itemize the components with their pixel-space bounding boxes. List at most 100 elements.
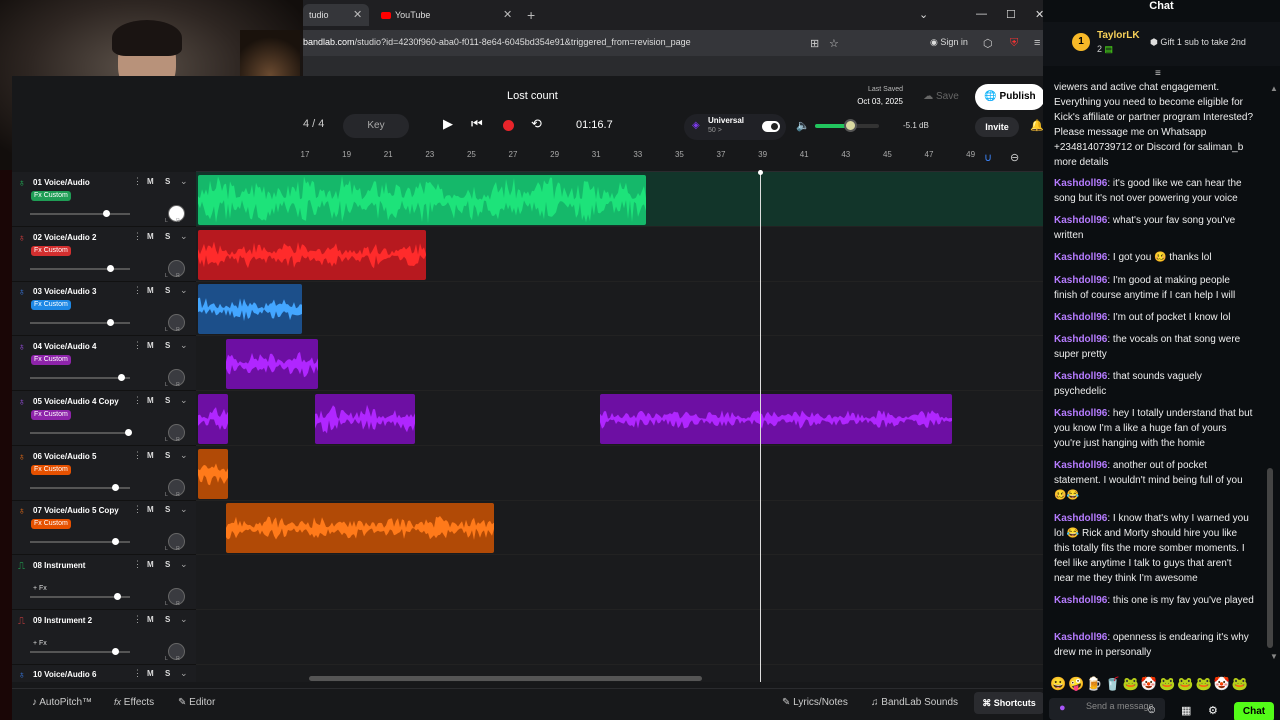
track-name[interactable]: 06 Voice/Audio 5 (33, 452, 96, 461)
magnet-snap-icon[interactable]: ∪ (984, 151, 992, 164)
chevron-down-icon[interactable]: ⌄ (180, 559, 188, 570)
audio-clip[interactable] (198, 393, 228, 444)
tab-youtube[interactable]: YouTube (375, 4, 515, 26)
track-lane[interactable] (196, 555, 1043, 610)
track-volume-knob[interactable] (125, 428, 132, 436)
audio-clip[interactable] (198, 229, 426, 280)
record-icon[interactable] (503, 120, 514, 131)
add-fx-button[interactable]: + Fx (33, 585, 47, 592)
track-lane[interactable] (196, 446, 1043, 501)
url-text[interactable]: bandlab.com/studio?id=4230f960-aba0-f011… (303, 37, 691, 47)
close-tab-icon[interactable]: ✕ (503, 4, 512, 26)
track-volume-knob[interactable] (107, 264, 114, 272)
notification-bell-icon[interactable]: 🔔 (1030, 119, 1044, 132)
invite-button[interactable]: Invite (975, 117, 1019, 137)
track-volume-slider[interactable] (30, 377, 130, 380)
skip-back-icon[interactable]: ⏮ (471, 116, 483, 132)
track-name[interactable]: 03 Voice/Audio 3 (33, 287, 96, 296)
chat-username[interactable]: Kashdoll96 (1054, 215, 1107, 226)
chat-username[interactable]: Kashdoll96 (1054, 312, 1107, 323)
track-header[interactable]: ♁ 01 Voice/Audio Fx Custom ⋮ M S ⌄ L R (12, 172, 196, 227)
chat-username[interactable]: Kashdoll96 (1054, 513, 1107, 524)
zoom-icon[interactable]: ⊖ (1010, 151, 1019, 164)
scroll-down-icon[interactable]: ▼ (1270, 652, 1278, 661)
chevron-down-icon[interactable]: ⌄ (180, 340, 188, 351)
track-header[interactable]: ♁ 02 Voice/Audio 2 Fx Custom ⋮ M S ⌄ L R (12, 227, 196, 282)
track-name[interactable]: 08 Instrument (33, 561, 85, 570)
mute-button[interactable]: M (147, 286, 154, 295)
track-volume-knob[interactable] (112, 538, 119, 546)
mute-button[interactable]: M (147, 505, 154, 514)
mute-button[interactable]: M (147, 341, 154, 350)
track-header[interactable]: ♁ 04 Voice/Audio 4 Fx Custom ⋮ M S ⌄ L R (12, 336, 196, 392)
track-menu-icon[interactable]: ⋮ (133, 450, 142, 461)
track-volume-knob[interactable] (103, 210, 110, 217)
universal-toggle-switch[interactable] (762, 121, 780, 132)
chat-username[interactable]: Kashdoll96 (1054, 178, 1107, 189)
editor-button[interactable]: ✎ Editor (178, 697, 215, 708)
fx-badge[interactable]: Fx Custom (31, 300, 71, 311)
track-lane[interactable] (196, 227, 1043, 282)
microphone-icon[interactable]: ● (1059, 702, 1066, 714)
autopitch-button[interactable]: ♪ AutoPitch™ (32, 697, 92, 708)
emote-bar[interactable]: 😀🤪🍺🥤🐸🤡🐸🐸🐸🤡🐸 (1050, 676, 1250, 692)
track-volume-knob[interactable] (107, 319, 114, 327)
mute-button[interactable]: M (147, 232, 154, 241)
track-name[interactable]: 04 Voice/Audio 4 (33, 342, 96, 351)
track-lane[interactable] (196, 336, 1043, 392)
track-header[interactable]: ⎍ 08 Instrument + Fx ⋮ M S ⌄ L R (12, 555, 196, 610)
key-button[interactable]: Key (343, 114, 409, 138)
solo-button[interactable]: S (165, 669, 170, 678)
solo-button[interactable]: S (165, 341, 170, 350)
send-chat-button[interactable]: Chat (1234, 702, 1274, 720)
track-lane[interactable] (196, 391, 1043, 446)
track-volume-knob[interactable] (114, 592, 121, 600)
track-header[interactable]: ⎍ 09 Instrument 2 + Fx ⋮ M S ⌄ L R (12, 610, 196, 665)
solo-button[interactable]: S (165, 505, 170, 514)
fx-badge[interactable]: Fx Custom (31, 464, 71, 475)
top-gifter-name[interactable]: TaylorLK (1097, 30, 1140, 41)
track-menu-icon[interactable]: ⋮ (133, 395, 142, 406)
track-menu-icon[interactable]: ⋮ (133, 504, 142, 515)
minimize-icon[interactable]: — (976, 8, 987, 20)
close-tab-icon[interactable]: ✕ (353, 4, 362, 26)
fx-badge[interactable]: Fx Custom (31, 519, 71, 530)
playhead[interactable] (758, 170, 763, 682)
chat-username[interactable]: Kashdoll96 (1054, 252, 1107, 263)
audio-clip[interactable] (198, 284, 302, 335)
track-menu-icon[interactable]: ⋮ (133, 340, 142, 351)
track-lane[interactable] (196, 610, 1043, 665)
settings-gear-icon[interactable]: ⚙ (1208, 704, 1218, 717)
track-menu-icon[interactable]: ⋮ (133, 231, 142, 242)
bandlab-sounds-button[interactable]: ♫ BandLab Sounds (871, 697, 958, 708)
chat-username[interactable]: Kashdoll96 (1054, 275, 1107, 286)
chat-scrollbar[interactable] (1267, 468, 1273, 648)
track-volume-slider[interactable] (30, 431, 130, 434)
mute-button[interactable]: M (147, 669, 154, 678)
track-menu-icon[interactable]: ⋮ (133, 668, 142, 679)
mute-button[interactable]: M (147, 177, 154, 186)
track-header[interactable]: ♁ 03 Voice/Audio 3 Fx Custom ⋮ M S ⌄ L R (12, 281, 196, 337)
audio-clip[interactable] (198, 448, 228, 499)
chat-username[interactable]: Kashdoll96 (1054, 334, 1107, 345)
chat-username[interactable]: Kashdoll96 (1054, 595, 1107, 606)
gift-cta[interactable]: ⬢ Gift 1 sub to take 2nd (1150, 37, 1246, 48)
effects-button[interactable]: fx Effects (114, 697, 154, 708)
new-tab-icon[interactable]: + (527, 4, 535, 26)
scroll-up-icon[interactable]: ▲ (1270, 84, 1278, 93)
solo-button[interactable]: S (165, 560, 170, 569)
track-name[interactable]: 10 Voice/Audio 6 (33, 670, 96, 679)
fx-badge[interactable]: Fx Custom (31, 191, 71, 201)
emoji-icon[interactable]: ☺ (1146, 704, 1157, 716)
mute-button[interactable]: M (147, 615, 154, 624)
fx-badge[interactable]: Fx Custom (31, 409, 71, 420)
track-name[interactable]: 09 Instrument 2 (33, 616, 92, 625)
solo-button[interactable]: S (165, 615, 170, 624)
chevron-down-icon[interactable]: ⌄ (180, 504, 188, 515)
master-volume-slider[interactable] (815, 119, 879, 132)
track-volume-knob[interactable] (118, 374, 125, 382)
maximize-icon[interactable]: ☐ (1006, 8, 1016, 21)
play-icon[interactable]: ▶ (443, 116, 453, 132)
mute-button[interactable]: M (147, 451, 154, 460)
track-lane[interactable] (196, 281, 1043, 337)
